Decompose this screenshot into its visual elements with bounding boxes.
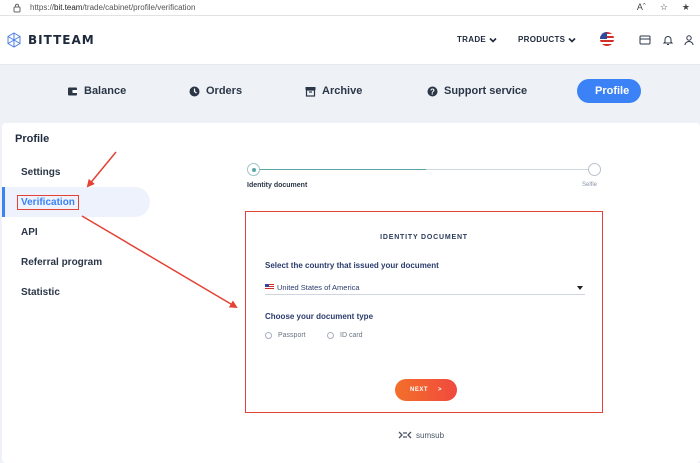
tab-archive-label: Archive — [322, 85, 363, 97]
next-button[interactable]: NEXT > — [395, 379, 457, 401]
tab-archive[interactable]: Archive — [305, 79, 362, 103]
sidebar-item-verification[interactable]: Verification — [17, 195, 79, 210]
logo-text: BITTEAM — [28, 33, 95, 47]
radio-passport-label: Passport — [278, 332, 306, 339]
stepper-remaining-line — [426, 169, 590, 170]
us-flag-icon[interactable] — [600, 32, 614, 46]
wallet-icon — [68, 87, 77, 95]
sidebar-item-referral-program[interactable]: Referral program — [21, 257, 102, 268]
url-scheme: https:// — [30, 3, 55, 12]
sidebar-item-settings[interactable]: Settings — [21, 167, 60, 178]
identity-panel-title: IDENTITY DOCUMENT — [380, 234, 468, 241]
document-type-label: Choose your document type — [265, 312, 374, 321]
clock-icon — [189, 86, 200, 96]
bitteam-logo-icon — [7, 32, 21, 48]
caret-down-icon — [577, 286, 583, 290]
next-arrow-icon: > — [438, 387, 443, 393]
radio-passport[interactable]: Passport — [265, 332, 306, 339]
sidebar-active-indicator — [2, 187, 5, 217]
bell-icon[interactable] — [662, 34, 674, 46]
stepper-progress-line — [254, 169, 426, 170]
tab-balance-label: Balance — [84, 85, 127, 97]
stepper-label-selfie: Selfie — [582, 182, 598, 188]
favorites-star-icon[interactable]: ☆ — [660, 2, 668, 13]
nav-products-label: PRODUCTS — [518, 35, 566, 44]
sumsub-branding: sumsub — [398, 430, 444, 440]
sumsub-logo-icon — [398, 431, 412, 439]
country-select-label: Select the country that issued your docu… — [265, 261, 439, 270]
tab-profile-label: Profile — [595, 85, 630, 97]
country-select-value: United States of America — [277, 283, 360, 292]
read-aloud-icon[interactable]: Aˆ — [637, 2, 646, 13]
tab-balance[interactable]: Balance — [67, 79, 126, 103]
radio-id-card[interactable]: ID card — [327, 332, 363, 339]
radio-circle-icon — [327, 332, 334, 339]
stepper-label-identity: Identity document — [247, 182, 308, 189]
question-circle-icon: ? — [427, 86, 438, 96]
stepper-dot-identity[interactable] — [247, 163, 260, 176]
country-select[interactable]: United States of America — [265, 281, 585, 295]
archive-icon — [305, 86, 316, 97]
nav-products[interactable]: PRODUCTS — [518, 35, 576, 44]
profile-card: Profile Settings Verification API Referr… — [2, 123, 700, 463]
tab-support-label: Support service — [444, 85, 528, 97]
url-host: bit.team — [54, 3, 83, 12]
app-header: BITTEAM TRADE PRODUCTS — [0, 16, 700, 65]
radio-circle-icon — [265, 332, 272, 339]
us-flag-icon — [265, 284, 274, 290]
tab-support-service[interactable]: ? Support service — [427, 79, 527, 103]
tab-profile[interactable]: Profile — [577, 79, 641, 103]
chevron-down-icon — [489, 37, 497, 43]
radio-id-card-label: ID card — [340, 332, 363, 339]
nav-trade-label: TRADE — [457, 35, 487, 44]
lock-icon — [13, 3, 21, 13]
next-button-label: NEXT — [409, 387, 428, 393]
nav-trade[interactable]: TRADE — [457, 35, 497, 44]
identity-document-panel: IDENTITY DOCUMENT Select the country tha… — [245, 211, 603, 413]
url-path: /trade/cabinet/profile/verification — [82, 3, 196, 12]
address-url[interactable]: https://bit.team/trade/cabinet/profile/v… — [30, 3, 195, 12]
tab-orders-label: Orders — [206, 85, 243, 97]
logo[interactable]: BITTEAM — [6, 32, 95, 48]
wallet-icon[interactable] — [639, 34, 651, 46]
collections-icon[interactable]: ★ — [682, 2, 690, 13]
stepper-dot-selfie[interactable] — [588, 163, 601, 176]
svg-text:?: ? — [430, 87, 435, 96]
sidebar-item-api[interactable]: API — [21, 227, 38, 238]
cabinet-tabs: Balance Orders Archive ? Support service… — [0, 79, 700, 103]
page-title: Profile — [15, 133, 50, 145]
sidebar-item-statistic[interactable]: Statistic — [21, 287, 60, 298]
sumsub-brand-text: sumsub — [416, 430, 445, 440]
browser-address-bar[interactable]: https://bit.team/trade/cabinet/profile/v… — [0, 0, 700, 16]
tab-orders[interactable]: Orders — [189, 79, 242, 103]
user-icon[interactable] — [683, 34, 695, 46]
chevron-down-icon — [568, 37, 576, 43]
